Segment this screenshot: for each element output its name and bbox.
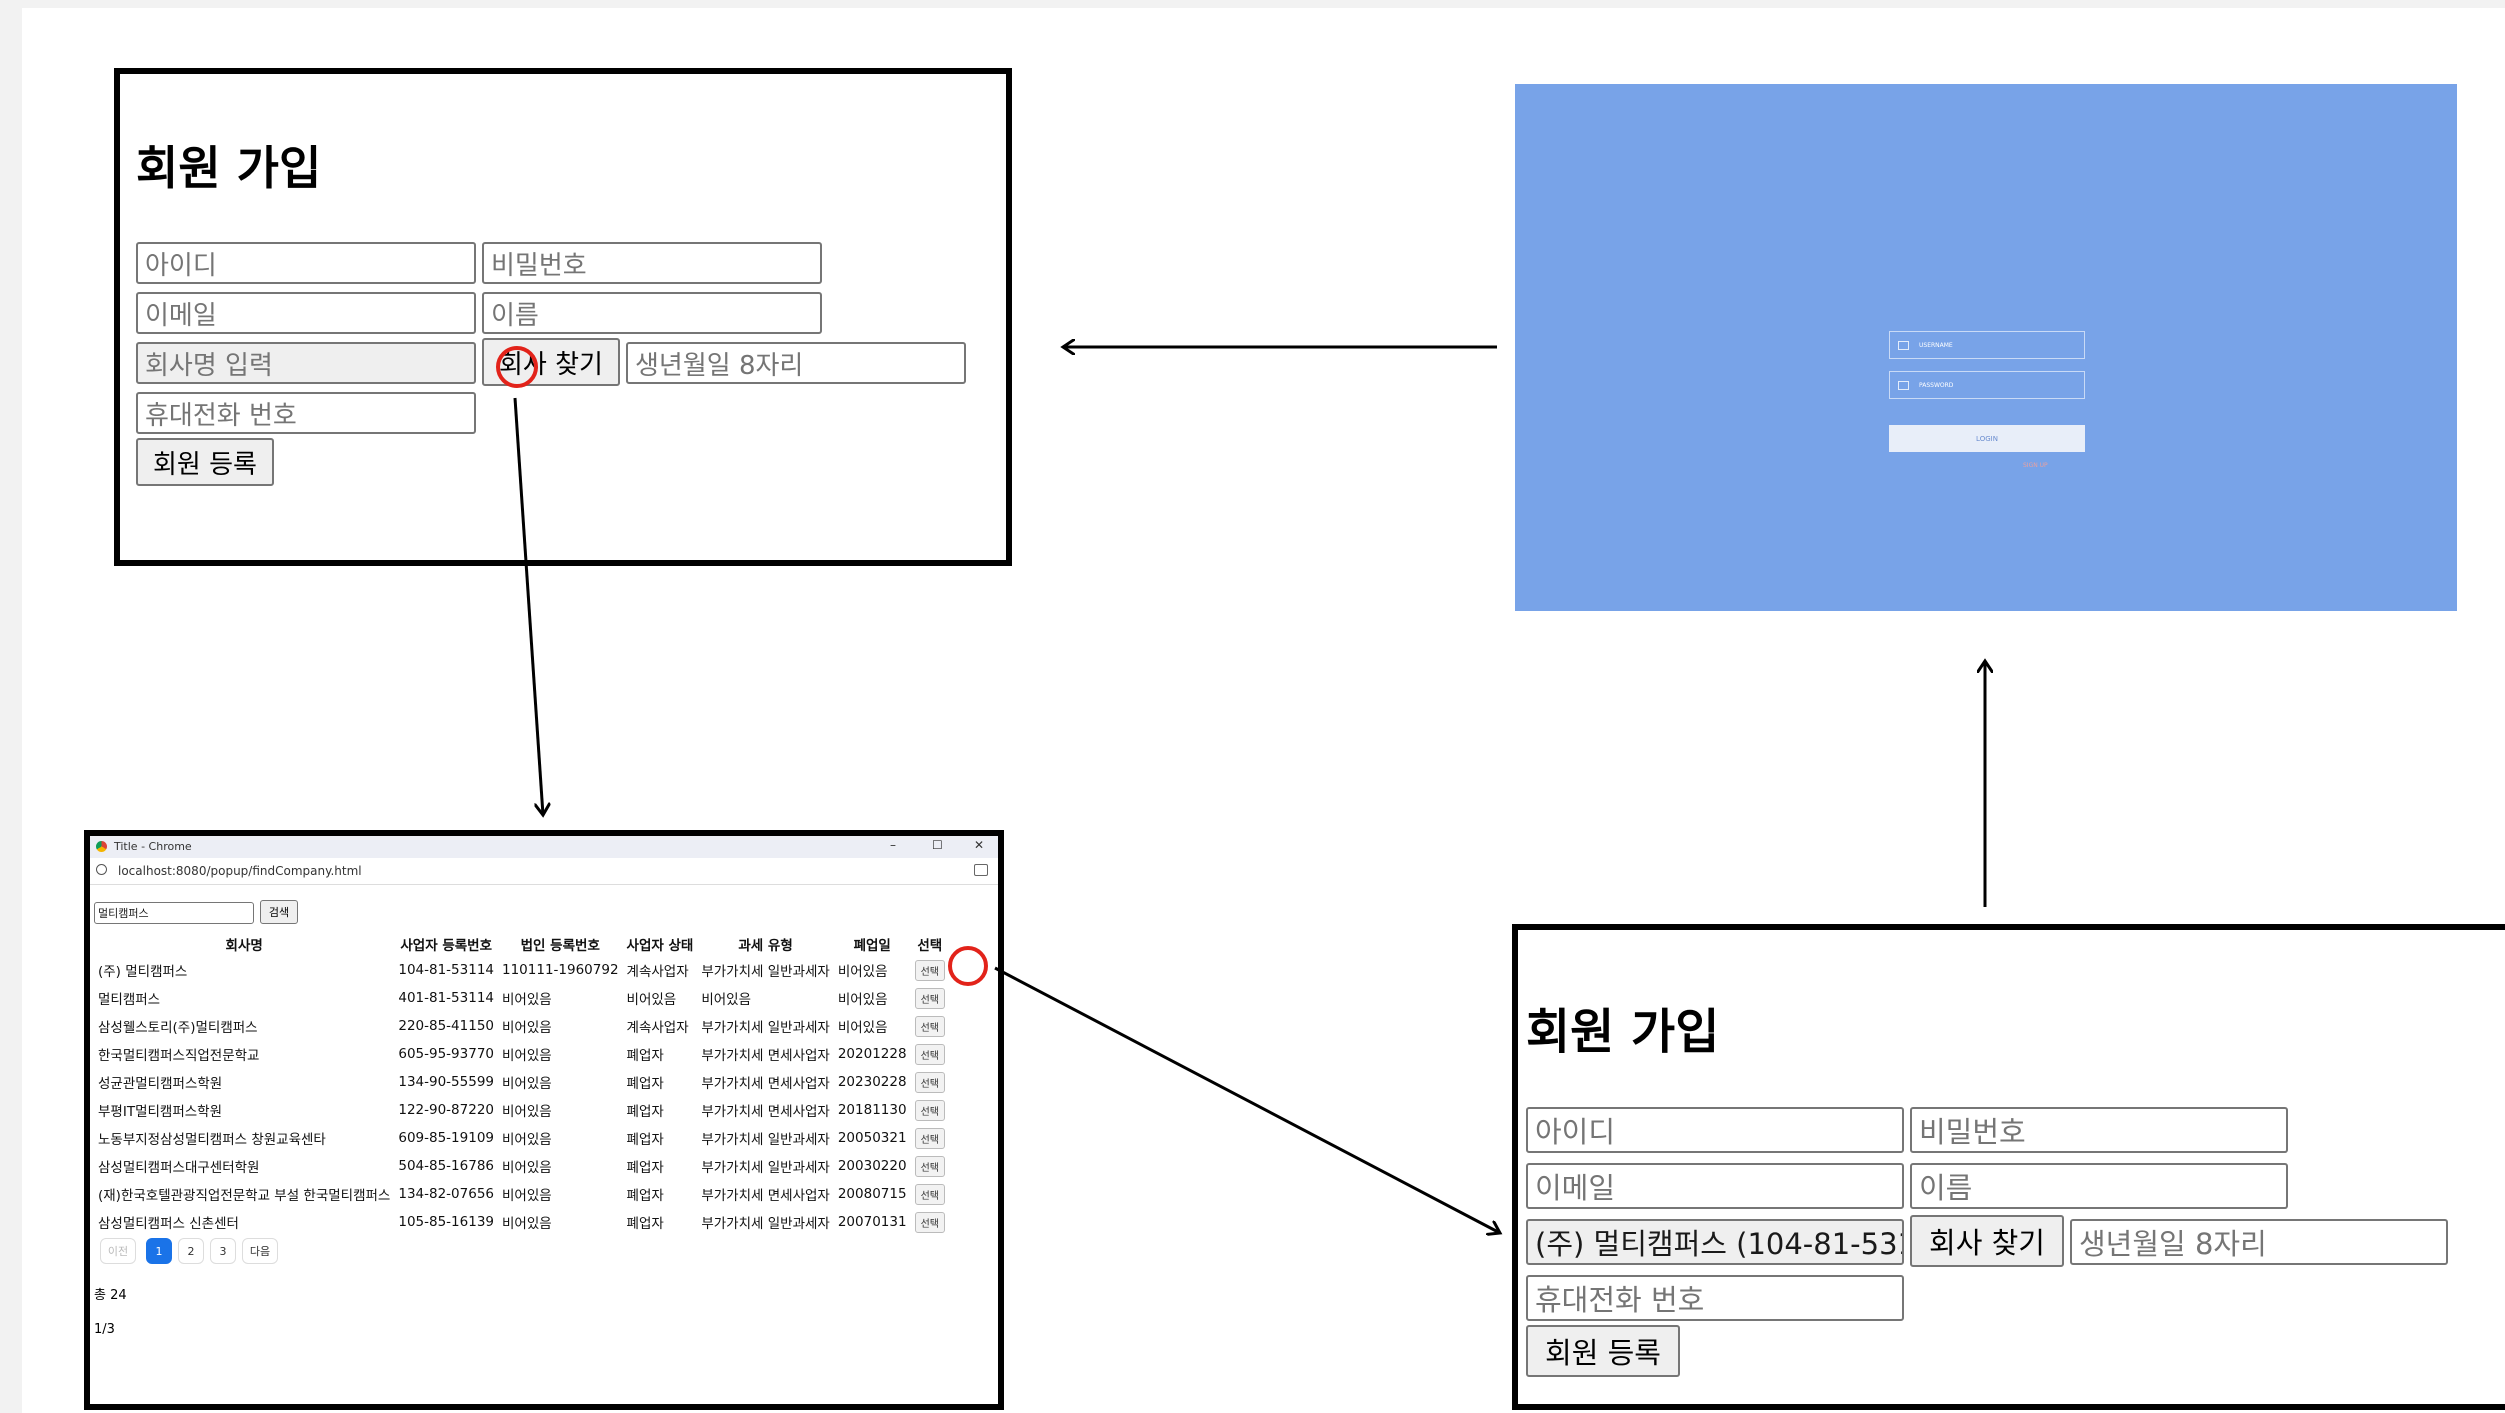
arrow-signup-to-popup [513, 397, 543, 815]
flow-arrows [513, 0, 2505, 1413]
arrow-popup-to-filled [994, 966, 1500, 1233]
